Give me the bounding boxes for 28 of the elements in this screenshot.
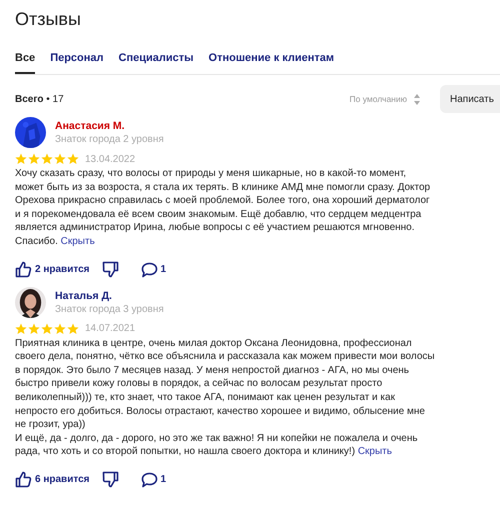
tab[interactable]: Персонал bbox=[50, 52, 104, 74]
review-date: 14.07.2021 bbox=[85, 323, 136, 334]
like-button[interactable]: 2 нравится bbox=[15, 261, 90, 278]
review-count: Всего • 17 bbox=[15, 94, 65, 104]
collapse-link[interactable]: Скрыть bbox=[60, 236, 95, 247]
page-title: Отзывы bbox=[15, 8, 82, 30]
thumbs-up-icon[interactable] bbox=[15, 471, 32, 488]
tab[interactable]: Специалисты bbox=[118, 52, 194, 74]
tab[interactable]: Все bbox=[15, 52, 36, 74]
tab[interactable]: Отношение к клиентам bbox=[208, 52, 334, 74]
comment-button[interactable]: 1 bbox=[140, 262, 166, 278]
thumbs-up-icon[interactable] bbox=[15, 261, 32, 278]
comment-icon[interactable] bbox=[140, 472, 158, 488]
comment-button[interactable]: 1 bbox=[140, 472, 166, 488]
author-level: Знаток города 3 уровня bbox=[55, 304, 164, 315]
comment-icon[interactable] bbox=[140, 262, 158, 278]
dislike-icon[interactable] bbox=[102, 261, 119, 278]
collapse-link[interactable]: Скрыть bbox=[358, 446, 392, 458]
like-button[interactable]: 6 нравится bbox=[15, 471, 90, 488]
dislike-icon[interactable] bbox=[102, 471, 119, 488]
review-date: 13.04.2022 bbox=[85, 154, 136, 164]
author-name[interactable]: Наталья Д. bbox=[55, 290, 164, 302]
write-review-button[interactable]: Написать bbox=[440, 85, 500, 113]
author-name[interactable]: Анастасия М. bbox=[55, 120, 164, 132]
review-text: Хочу сказать сразу, что волосы от природы у меня шикарные, но в какой-то момент, может быть из за возроста, я стала их терять. В клинике АМД мне помогли сразу. Доктор Орехова прикрасно справилась с моей проблемой. Более того, она хороший дерматолог и я порекомендовала её всем своим знакомым. Ещё добавлю, что сердцем медцентра является администратор Ирина, любые вопросы с её участием решаются мгновенно. Спасибо. Скрыть bbox=[15, 167, 432, 249]
review-text: И ещё, да - долго, да - дорого, но это же так важно! Я ни копейки не пожалела и очень рада, что хоть и со второй попытки, но нашла своего доктора и клинику!) Скрыть bbox=[15, 432, 419, 459]
review-text: Приятная клиника в центре, очень милая доктор Оксана Леонидовна, профессионал своего дела, понятно, чётко все объяснила и рассказала как можем привести мои волосы в порядок. Это было 7 месяцев назад. У меня непростой диагноз - АГА, но мы очень быстро привели кожу головы в порядок, а сейчас по волосам результат просто великолепный))) те, кто знает, что такое АГА, понимают как ценен результат и как непросто его добиться. Волосы отрастают, качество хорошее и видимо, облысение мне не грозит, ура)) bbox=[15, 336, 435, 432]
author-level: Знаток города 2 уровня bbox=[55, 134, 164, 145]
